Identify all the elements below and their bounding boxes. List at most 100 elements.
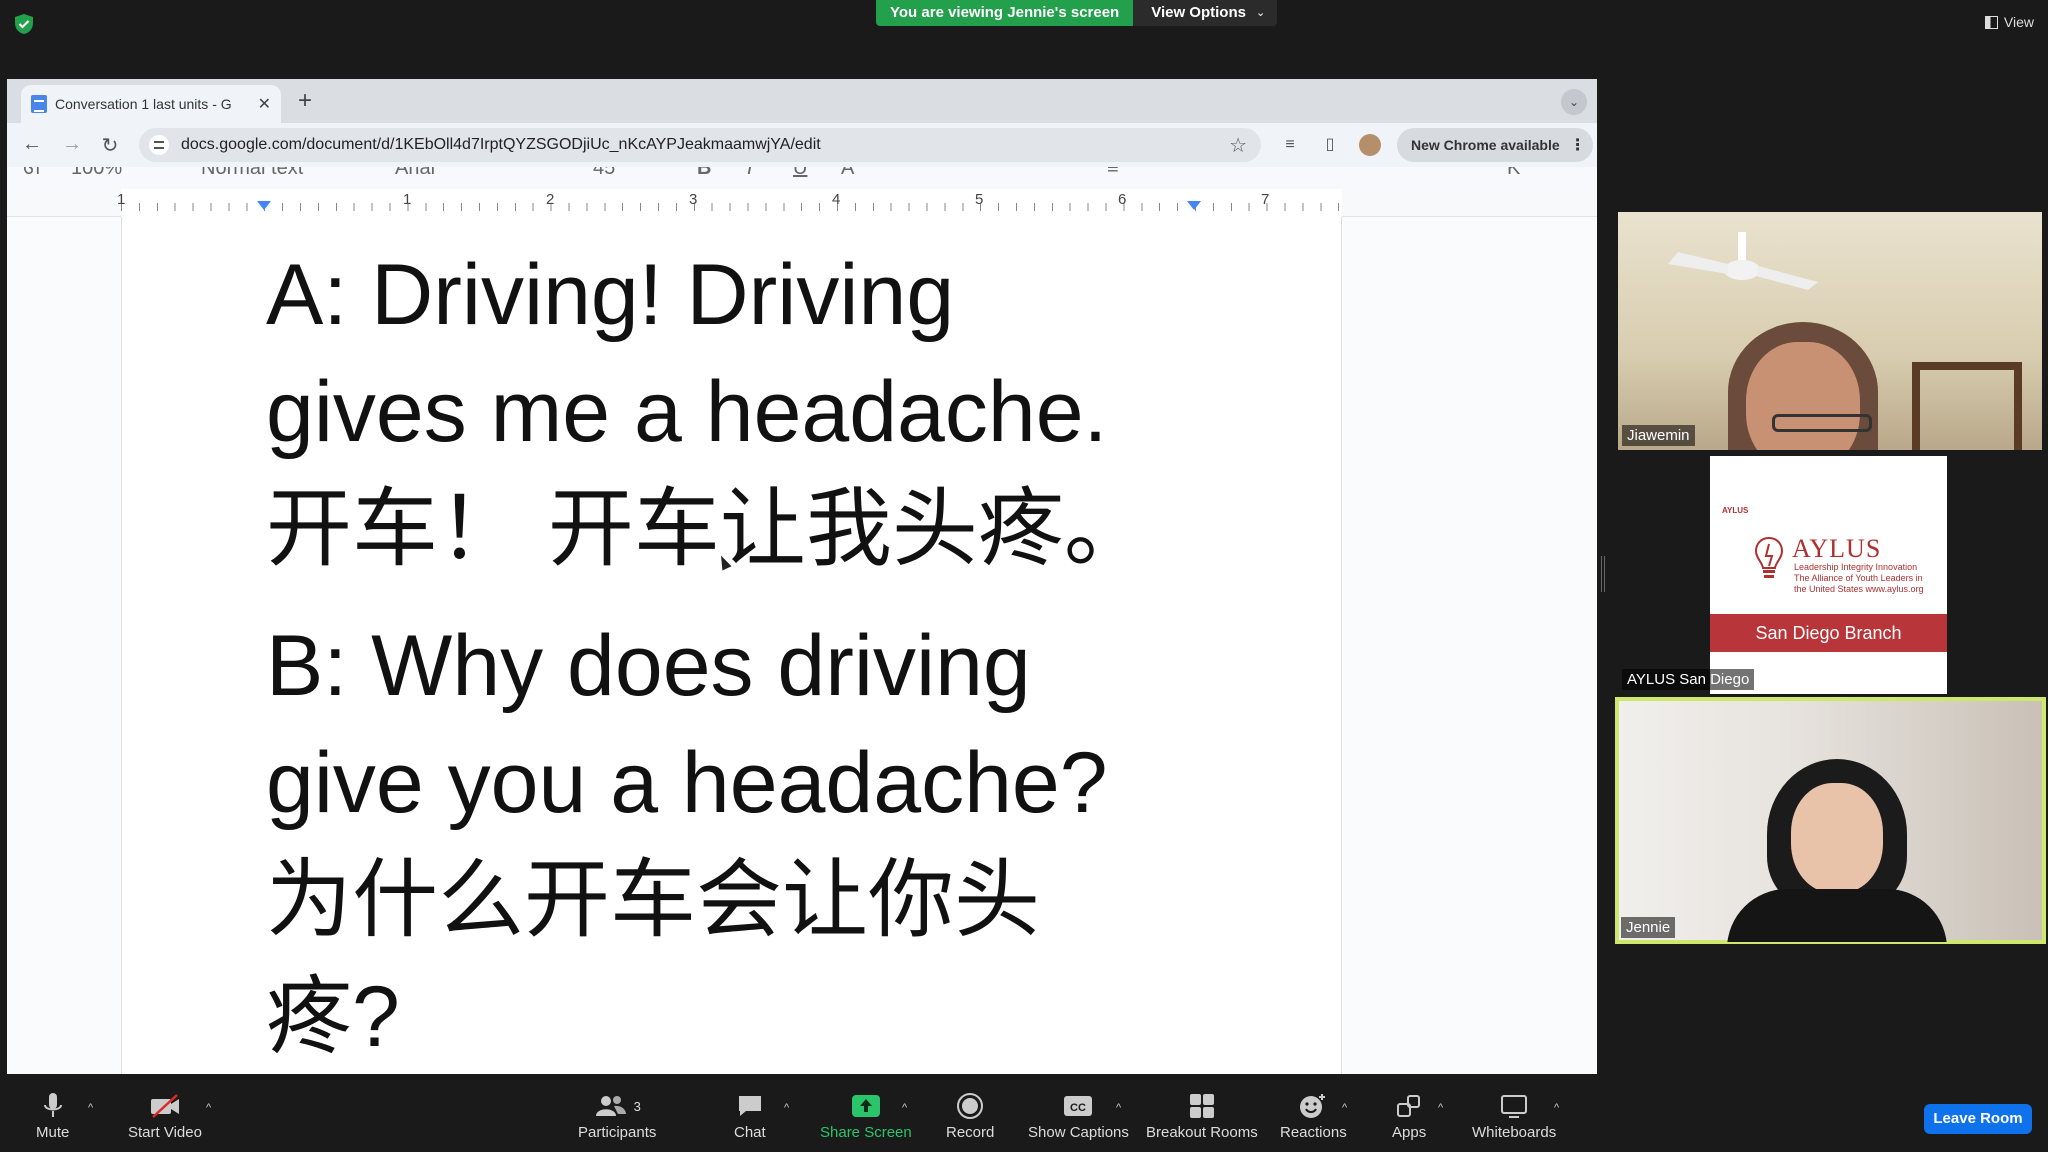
doc-line: A: Driving! Driving xyxy=(266,247,955,343)
reactions-button[interactable]: Reactions xyxy=(1280,1092,1347,1141)
zoom-top-bar: You are viewing Jennie's screen View Opt… xyxy=(0,0,2048,80)
chat-bubble-icon xyxy=(738,1096,761,1116)
site-settings-icon[interactable] xyxy=(149,135,169,155)
ruler-number: 3 xyxy=(689,191,698,208)
captions-icon: CC xyxy=(1064,1096,1093,1116)
font-select[interactable]: Arial xyxy=(395,167,435,180)
google-docs-icon xyxy=(31,95,47,113)
right-indent-marker[interactable] xyxy=(1187,201,1201,210)
start-video-label: Start Video xyxy=(128,1124,202,1141)
video-off-icon xyxy=(150,1094,179,1118)
ruler-number: 2 xyxy=(546,191,555,208)
paint-format-icon[interactable]: ᘏ xyxy=(23,167,40,180)
reload-icon[interactable]: ↻ xyxy=(97,133,123,158)
address-bar[interactable]: docs.google.com/document/d/1KEbOll4d7Irp… xyxy=(139,128,1261,162)
browser-toolbar: ← → ↻ docs.google.com/document/d/1KEbOll… xyxy=(7,123,1597,167)
back-arrow-icon[interactable]: ← xyxy=(19,133,45,156)
audio-options-caret-icon[interactable]: ^ xyxy=(88,1102,93,1114)
doc-line: gives me a headache. xyxy=(266,364,1108,460)
meeting-controls: Mute ^ Start Video ^ 3 Participants Chat… xyxy=(0,1074,2048,1152)
underline-icon[interactable]: U xyxy=(793,167,807,180)
participant-name: Jennie xyxy=(1621,917,1676,938)
share-screen-label: Share Screen xyxy=(820,1124,912,1141)
participant-tile[interactable]: Jiawemin xyxy=(1618,212,2042,450)
font-size-input[interactable]: 45 xyxy=(593,167,615,180)
share-options-caret-icon[interactable]: ^ xyxy=(902,1102,907,1114)
reactions-label: Reactions xyxy=(1280,1124,1347,1141)
reactions-options-caret-icon[interactable]: ^ xyxy=(1342,1102,1347,1114)
chat-options-caret-icon[interactable]: ^ xyxy=(784,1102,789,1114)
aylus-small-label: AYLUS xyxy=(1722,506,1749,515)
chat-label: Chat xyxy=(734,1124,766,1141)
close-tab-icon[interactable]: ✕ xyxy=(258,94,271,114)
breakout-rooms-button[interactable]: Breakout Rooms xyxy=(1146,1092,1258,1141)
captions-options-caret-icon[interactable]: ^ xyxy=(1116,1102,1121,1114)
smiley-plus-icon xyxy=(1300,1094,1326,1118)
new-chrome-label: New Chrome available xyxy=(1411,137,1560,153)
branch-label: San Diego Branch xyxy=(1710,614,1947,652)
mute-label: Mute xyxy=(36,1124,70,1141)
share-screen-icon xyxy=(851,1095,880,1117)
participant-tile[interactable]: AYLUS AYLUS Leadership Integrity Innovat… xyxy=(1618,456,2042,694)
layout-icon xyxy=(1984,15,1998,29)
new-tab-button[interactable]: + xyxy=(291,87,319,115)
browser-tab[interactable]: Conversation 1 last units - G ✕ xyxy=(21,85,281,123)
record-button[interactable]: Record xyxy=(946,1092,994,1141)
leave-room-button[interactable]: Leave Room xyxy=(1924,1104,2032,1134)
show-captions-label: Show Captions xyxy=(1028,1124,1129,1141)
italic-icon[interactable]: I xyxy=(747,167,753,180)
whiteboards-options-caret-icon[interactable]: ^ xyxy=(1554,1102,1559,1114)
side-panel-icon[interactable]: ▯ xyxy=(1321,136,1339,154)
shield-icon[interactable] xyxy=(13,13,35,35)
bookmark-star-icon[interactable]: ☆ xyxy=(1229,133,1247,158)
left-indent-marker[interactable] xyxy=(257,201,271,210)
doc-line: B: Why does driving xyxy=(266,618,1031,714)
mute-button[interactable]: Mute xyxy=(36,1092,69,1141)
tab-search-button[interactable]: ⌄ xyxy=(1561,89,1587,115)
apps-button[interactable]: Apps xyxy=(1392,1092,1426,1141)
share-screen-button[interactable]: Share Screen xyxy=(820,1092,912,1141)
doc-line: 开车！ 开车让我头疼。 xyxy=(266,481,1150,577)
document-page[interactable]: A: Driving! Driving gives me a headache.… xyxy=(121,217,1342,1074)
participant-tile-active-speaker[interactable]: Jennie xyxy=(1615,697,2046,944)
svg-text:CC: CC xyxy=(1071,1102,1087,1114)
record-icon xyxy=(957,1093,984,1119)
start-video-button[interactable]: Start Video xyxy=(128,1092,202,1141)
chat-button[interactable]: Chat xyxy=(734,1092,766,1141)
ruler-number: 1 xyxy=(403,191,412,208)
whiteboards-button[interactable]: Whiteboards xyxy=(1472,1092,1556,1141)
viewing-screen-label: You are viewing Jennie's screen xyxy=(876,0,1134,26)
browser-tab-strip: Conversation 1 last units - G ✕ + ⌄ xyxy=(7,79,1597,123)
bold-icon[interactable]: B xyxy=(697,167,711,180)
participant-video xyxy=(1728,322,1878,450)
profile-avatar-icon[interactable] xyxy=(1359,134,1381,156)
video-options-caret-icon[interactable]: ^ xyxy=(206,1102,211,1114)
text-color-icon[interactable]: A xyxy=(841,167,854,180)
panel-resize-handle[interactable] xyxy=(1601,556,1605,592)
ceiling-fan-image xyxy=(1668,232,1818,290)
doc-line: 为什么开车会让你头 xyxy=(266,852,1040,948)
align-icon[interactable]: ≡ xyxy=(1107,167,1119,180)
document-body[interactable]: A: Driving! Driving gives me a headache.… xyxy=(266,237,1286,1074)
aylus-title: AYLUS xyxy=(1792,534,1882,563)
reading-list-icon[interactable]: ≡ xyxy=(1281,136,1299,154)
screen-share-banner: You are viewing Jennie's screen View Opt… xyxy=(876,0,1278,26)
view-options-label: View Options xyxy=(1151,4,1246,21)
apps-options-caret-icon[interactable]: ^ xyxy=(1438,1102,1443,1114)
style-select[interactable]: Normal text xyxy=(201,167,303,180)
view-button[interactable]: View xyxy=(1984,14,2034,30)
zoom-select[interactable]: 100% xyxy=(71,167,122,180)
participants-count: 3 xyxy=(633,1098,641,1114)
apps-label: Apps xyxy=(1392,1124,1427,1141)
forward-arrow-icon[interactable]: → xyxy=(59,133,85,156)
shared-screen: Conversation 1 last units - G ✕ + ⌄ ← → … xyxy=(7,79,1597,1074)
participant-name: Jiawemin xyxy=(1622,425,1695,446)
whiteboards-label: Whiteboards xyxy=(1472,1124,1557,1141)
new-chrome-available-button[interactable]: New Chrome available ⋮ xyxy=(1397,128,1593,162)
more-menu-icon[interactable]: ⋮ xyxy=(1570,135,1586,155)
participants-button[interactable]: 3 Participants xyxy=(578,1092,656,1141)
lightbulb-icon xyxy=(1754,536,1784,578)
show-captions-button[interactable]: CC Show Captions xyxy=(1028,1092,1129,1141)
clear-format-icon[interactable]: K xyxy=(1507,167,1520,180)
view-options-button[interactable]: View Options ⌄ xyxy=(1133,0,1278,26)
